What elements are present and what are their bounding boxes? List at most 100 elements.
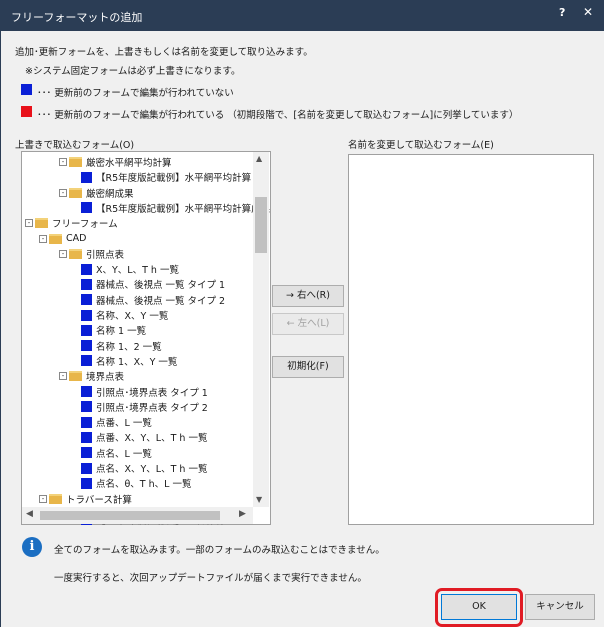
horizontal-scroll-thumb[interactable] xyxy=(40,511,220,520)
form-icon xyxy=(81,324,92,336)
scroll-right-icon[interactable]: ▶ xyxy=(239,509,246,519)
form-icon xyxy=(81,202,92,214)
cancel-button[interactable]: キャンセル xyxy=(525,594,595,620)
tree-form-node[interactable]: 名称 1 一覧 xyxy=(81,323,147,337)
folder-icon xyxy=(49,233,62,244)
form-icon xyxy=(81,477,92,489)
intro-line-2: ※システム固定フォームは必ず上書きになります。 xyxy=(25,66,241,77)
tree-form-node[interactable]: 【R5年度版記載例】水平網平均計算 xyxy=(81,170,252,184)
right-panel-label: 名前を変更して取込むフォーム(E) xyxy=(348,140,494,151)
form-icon xyxy=(81,401,92,413)
tree-form-node[interactable]: 点名、X、Y、L、T h 一覧 xyxy=(81,461,208,475)
left-panel-label: 上書きで取込むフォーム(O) xyxy=(15,140,135,151)
form-icon xyxy=(81,309,92,321)
red-legend-text: ･･･ 更新前のフォームで編集が行われている （初期段階で、[名前を変更して取込… xyxy=(37,110,519,121)
tree-node-label: 名称 1、X、Y 一覧 xyxy=(96,356,178,368)
form-icon xyxy=(81,447,92,459)
tree-folder-node[interactable]: - 厳密網成果 xyxy=(59,186,135,200)
tree-form-node[interactable]: 【R5年度版記載例】水平網平均計算成果 xyxy=(81,201,271,215)
scroll-left-icon[interactable]: ◀ xyxy=(26,509,33,519)
overwrite-forms-tree[interactable]: - 厳密水平網平均計算【R5年度版記載例】水平網平均計算 - 厳密網成果【R5年度版記… xyxy=(21,151,271,525)
tree-folder-node[interactable]: - 厳密水平網平均計算 xyxy=(59,155,173,169)
tree-folder-node[interactable]: - 境界点表 xyxy=(59,369,125,383)
collapse-toggle-icon[interactable]: - xyxy=(39,494,47,503)
tree-node-label: 【R5年度版記載例】水平網平均計算 xyxy=(96,173,252,185)
tree-node-label: 器械点、後視点 一覧 タイプ 2 xyxy=(96,295,226,307)
tree-form-node[interactable]: 名称 1、2 一覧 xyxy=(81,339,163,353)
folder-icon xyxy=(35,218,48,229)
tree-node-label: 点名、θ、T h、L 一覧 xyxy=(96,479,192,491)
help-button[interactable]: ? xyxy=(559,6,565,19)
collapse-toggle-icon[interactable]: - xyxy=(59,372,67,381)
info-line-1: 全てのフォームを取込みます。一部のフォームのみ取込むことはできません。 xyxy=(54,545,385,556)
tree-node-label: 名称、X、Y 一覧 xyxy=(96,311,169,322)
info-line-2: 一度実行すると、次回アップデートファイルが届くまで実行できません。 xyxy=(54,573,367,584)
tree-folder-node[interactable]: - トラバース計算 xyxy=(39,492,133,506)
folder-icon xyxy=(69,157,82,167)
tree-node-label: 点番、X、Y、L、T h 一覧 xyxy=(96,433,208,445)
form-icon xyxy=(81,355,92,367)
tree-node-label: 器械点、後視点 一覧 タイプ 1 xyxy=(96,280,226,292)
tree-form-node[interactable]: 器械点、後視点 一覧 タイプ 2 xyxy=(81,293,226,307)
collapse-toggle-icon[interactable]: - xyxy=(59,188,67,197)
form-icon xyxy=(81,340,92,352)
scroll-down-icon[interactable]: ▼ xyxy=(256,495,262,504)
form-icon xyxy=(81,416,92,428)
tree-folder-node[interactable]: - 引照点表 xyxy=(59,247,125,261)
form-icon xyxy=(81,386,92,397)
tree-form-node[interactable]: 引照点･境界点表 タイプ 2 xyxy=(81,400,209,414)
collapse-toggle-icon[interactable]: - xyxy=(59,158,67,166)
tree-form-node[interactable]: 名称、X、Y 一覧 xyxy=(81,308,169,322)
tree-horizontal-scrollbar[interactable]: ◀ ▶ xyxy=(22,507,253,524)
initialize-button[interactable]: 初期化(F) xyxy=(272,356,344,378)
collapse-toggle-icon[interactable]: - xyxy=(25,219,33,228)
rename-forms-list[interactable] xyxy=(348,154,594,525)
tree-node-label: X、Y、L、T h 一覧 xyxy=(96,265,179,277)
tree-form-node[interactable]: 点名、L 一覧 xyxy=(81,446,153,460)
move-left-button[interactable]: ← 左へ(L) xyxy=(272,313,344,335)
tree-form-node[interactable]: 点番、X、Y、L、T h 一覧 xyxy=(81,430,208,444)
blue-legend-text: ･･･ 更新前のフォームで編集が行われていない xyxy=(37,88,234,99)
form-icon xyxy=(81,462,92,474)
tree-node-label: 名称 1、2 一覧 xyxy=(96,341,162,353)
tree-node-label: 引照点表 xyxy=(86,249,125,261)
tree-node-label: 境界点表 xyxy=(86,372,125,384)
move-right-button[interactable]: → 右へ(R) xyxy=(272,285,344,307)
ok-highlight-frame xyxy=(435,588,523,627)
tree-vertical-scrollbar[interactable]: ▲ ▼ xyxy=(253,152,269,507)
collapse-toggle-icon[interactable]: - xyxy=(59,249,67,258)
info-icon: i xyxy=(22,537,42,557)
form-icon xyxy=(81,431,92,443)
tree-folder-node[interactable]: - フリーフォーム xyxy=(25,216,119,230)
tree-form-node[interactable]: 器械点、後視点 一覧 タイプ 1 xyxy=(81,277,226,291)
tree-form-node[interactable]: 点番、L 一覧 xyxy=(81,415,153,429)
tree-node-label: 厳密網成果 xyxy=(86,188,134,200)
collapse-toggle-icon[interactable]: - xyxy=(39,234,47,243)
tree-form-node[interactable]: 名称 1、X、Y 一覧 xyxy=(81,354,178,368)
tree-form-node[interactable]: 点名、θ、T h、L 一覧 xyxy=(81,476,192,490)
tree-node-label: 名称 1 一覧 xyxy=(96,326,147,338)
form-icon xyxy=(81,278,92,290)
vertical-scroll-thumb[interactable] xyxy=(255,197,267,253)
close-button[interactable]: ✕ xyxy=(583,5,593,19)
form-icon xyxy=(81,171,92,183)
red-legend-swatch xyxy=(21,106,32,117)
folder-icon xyxy=(49,493,62,504)
tree-form-node[interactable]: X、Y、L、T h 一覧 xyxy=(81,262,180,276)
folder-icon xyxy=(69,187,82,198)
tree-node-label: 【R5年度版記載例】水平網平均計算成果 xyxy=(96,203,271,215)
title-bar: フリーフォーマットの追加 ? ✕ xyxy=(1,0,604,31)
tree-folder-node[interactable]: - CAD xyxy=(39,232,87,246)
tree-node-label: 点番、L 一覧 xyxy=(96,418,152,430)
add-free-format-dialog: フリーフォーマットの追加 ? ✕ 追加･更新フォームを、上書きもしくは名前を変更… xyxy=(0,0,604,627)
tree-node-label: トラバース計算 xyxy=(66,494,132,506)
scroll-up-icon[interactable]: ▲ xyxy=(256,154,262,163)
tree-node-label: フリーフォーム xyxy=(52,219,118,231)
tree-node-label: 厳密水平網平均計算 xyxy=(86,158,172,169)
tree-node-label: 引照点･境界点表 タイプ 1 xyxy=(96,387,208,399)
tree-form-node[interactable]: 引照点･境界点表 タイプ 1 xyxy=(81,385,209,399)
tree-node-label: CAD xyxy=(66,233,87,244)
tree-node-label: 点名、X、Y、L、T h 一覧 xyxy=(96,464,208,475)
form-icon xyxy=(81,263,92,275)
blue-legend-swatch xyxy=(21,84,32,95)
